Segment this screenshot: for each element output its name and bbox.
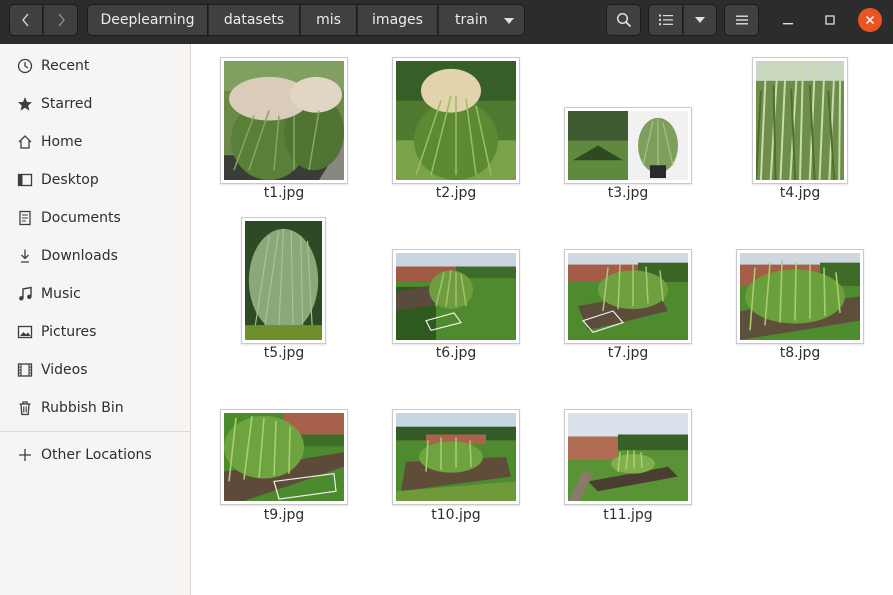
sidebar-item-label: Documents	[41, 210, 121, 226]
desktop-icon	[16, 171, 34, 189]
sidebar-item-label: Desktop	[41, 172, 99, 188]
sidebar-item-desktop[interactable]: Desktop	[0, 161, 190, 199]
maximize-icon	[825, 15, 835, 25]
file-name: t6.jpg	[435, 345, 477, 361]
sidebar-item-label: Music	[41, 286, 81, 302]
file-name: t4.jpg	[779, 185, 821, 201]
file-name: t7.jpg	[607, 345, 649, 361]
list-view-icon	[658, 14, 673, 26]
breadcrumb-mis[interactable]: mis	[300, 4, 357, 36]
picture-icon	[16, 323, 34, 341]
breadcrumb-label: images	[372, 12, 423, 28]
image-thumbnail	[392, 249, 520, 344]
view-toggle-button[interactable]	[648, 4, 683, 36]
search-button[interactable]	[606, 4, 641, 36]
clock-icon	[16, 57, 34, 75]
image-thumbnail	[564, 409, 692, 505]
sidebar-item-label: Rubbish Bin	[41, 400, 124, 416]
header-bar: Deeplearning datasets mis images train	[0, 0, 893, 44]
image-thumbnail	[392, 409, 520, 505]
chevron-left-icon	[22, 13, 29, 27]
view-options-button[interactable]	[683, 4, 717, 36]
file-name: t5.jpg	[263, 345, 305, 361]
file-grid: t1.jpg t2.jpg t3.jpg t4.jpg t5.jpg t6.jp…	[192, 44, 893, 595]
forward-button[interactable]	[43, 4, 78, 36]
chevron-down-icon	[504, 18, 514, 24]
sidebar-item-rubbish-bin[interactable]: Rubbish Bin	[0, 389, 190, 427]
image-thumbnail	[564, 249, 692, 344]
breadcrumb-datasets[interactable]: datasets	[208, 4, 300, 36]
sidebar-item-downloads[interactable]: Downloads	[0, 237, 190, 275]
sidebar-item-home[interactable]: Home	[0, 123, 190, 161]
sidebar-item-label: Recent	[41, 58, 90, 74]
sidebar-item-label: Videos	[41, 362, 88, 378]
sidebar-item-recent[interactable]: Recent	[0, 47, 190, 85]
sidebar-separator	[0, 431, 190, 432]
sidebar-item-label: Downloads	[41, 248, 118, 264]
minimize-button[interactable]	[776, 8, 800, 32]
search-icon	[616, 12, 631, 28]
maximize-button[interactable]	[818, 8, 842, 32]
file-name: t11.jpg	[603, 507, 653, 523]
sidebar-item-label: Other Locations	[41, 447, 152, 463]
minimize-icon	[783, 23, 793, 25]
image-thumbnail	[736, 249, 864, 344]
plus-icon	[16, 446, 34, 464]
sidebar-item-documents[interactable]: Documents	[0, 199, 190, 237]
music-icon	[16, 285, 34, 303]
breadcrumb-label: mis	[316, 12, 341, 28]
file-name: t1.jpg	[263, 185, 305, 201]
home-icon	[16, 133, 34, 151]
image-thumbnail	[241, 217, 326, 344]
breadcrumb-label: train	[455, 12, 488, 28]
sidebar-item-label: Home	[41, 134, 83, 150]
file-name: t10.jpg	[431, 507, 481, 523]
sidebar-item-pictures[interactable]: Pictures	[0, 313, 190, 351]
back-button[interactable]	[9, 4, 43, 36]
video-icon	[16, 361, 34, 379]
image-thumbnail	[564, 107, 692, 184]
image-thumbnail	[752, 57, 848, 184]
close-icon	[865, 15, 875, 25]
file-name: t2.jpg	[435, 185, 477, 201]
sidebar-item-starred[interactable]: Starred	[0, 85, 190, 123]
file-name: t3.jpg	[607, 185, 649, 201]
trash-icon	[16, 399, 34, 417]
document-icon	[16, 209, 34, 227]
sidebar-item-label: Pictures	[41, 324, 97, 340]
image-thumbnail	[392, 57, 520, 184]
sidebar-item-music[interactable]: Music	[0, 275, 190, 313]
sidebar: Recent Starred Home Desktop Documents Do…	[0, 44, 191, 595]
image-thumbnail	[220, 409, 348, 505]
chevron-right-icon	[57, 13, 65, 27]
sidebar-item-other-locations[interactable]: Other Locations	[0, 436, 190, 474]
breadcrumb-label: Deeplearning	[100, 12, 195, 28]
file-name: t8.jpg	[779, 345, 821, 361]
breadcrumb-label: datasets	[223, 12, 285, 28]
star-icon	[16, 95, 34, 113]
breadcrumb-train[interactable]: train	[438, 4, 525, 36]
sidebar-item-videos[interactable]: Videos	[0, 351, 190, 389]
close-button[interactable]	[858, 8, 882, 32]
breadcrumb-images[interactable]: images	[357, 4, 438, 36]
image-thumbnail	[220, 57, 348, 184]
hamburger-menu-icon	[735, 15, 748, 25]
chevron-down-icon	[695, 17, 705, 23]
main-menu-button[interactable]	[724, 4, 759, 36]
sidebar-item-label: Starred	[41, 96, 93, 112]
download-icon	[16, 247, 34, 265]
breadcrumb-deeplearning[interactable]: Deeplearning	[87, 4, 208, 36]
file-name: t9.jpg	[263, 507, 305, 523]
